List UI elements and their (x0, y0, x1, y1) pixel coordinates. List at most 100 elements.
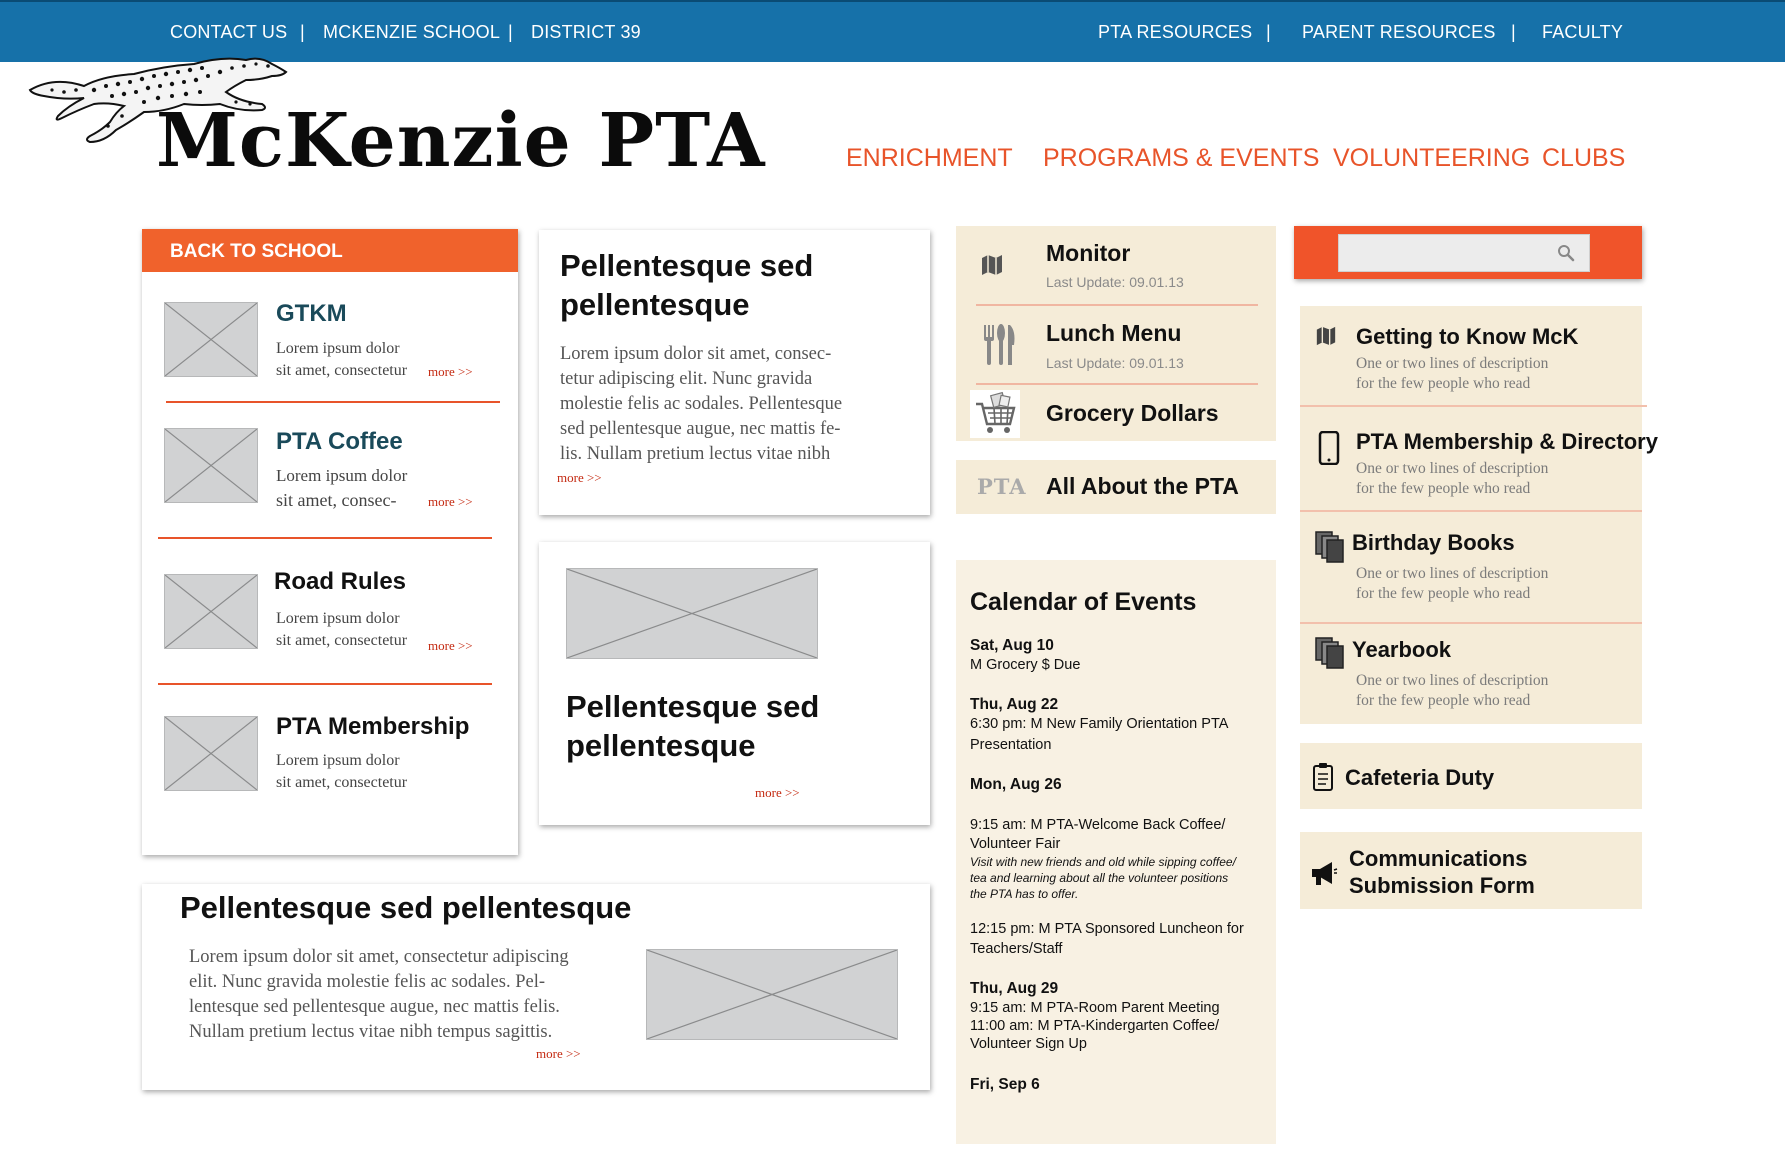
about-pta-title[interactable]: All About the PTA (1046, 473, 1239, 500)
site-title[interactable]: McKenzie PTA (156, 98, 766, 184)
image-placeholder (566, 568, 818, 659)
nav-volunteering[interactable]: VOLUNTEERING (1333, 144, 1530, 173)
map-icon (982, 255, 1002, 275)
communications-title[interactable]: Submission Form (1349, 873, 1535, 899)
list-item-title[interactable]: PTA Membership (276, 713, 469, 741)
article-body-line: lentesque sed pellentesque augue, nec ma… (189, 997, 560, 1017)
article-body-line: molestie felis ac sodales. Pellentesque (560, 394, 843, 414)
calendar-event-description: the PTA has to offer. (970, 887, 1079, 901)
back-to-school-title: BACK TO SCHOOL (170, 241, 343, 262)
resource-desc: for the few people who read (1356, 375, 1531, 392)
list-item-desc: Lorem ipsum dolor (276, 466, 408, 485)
resource-desc: One or two lines of description (1356, 565, 1549, 582)
calendar-event-description: Visit with new friends and old while sip… (970, 855, 1236, 869)
clipboard-icon (1313, 763, 1333, 791)
article-body-line: tetur adipiscing elit. Nunc gravida (560, 369, 813, 389)
last-update-text: Last Update: 09.01.13 (1046, 355, 1184, 371)
image-placeholder (164, 716, 258, 791)
parent-resources-link[interactable]: PARENT RESOURCES (1302, 22, 1496, 43)
calendar-event[interactable]: M Grocery $ Due (970, 656, 1260, 675)
faculty-link[interactable]: FACULTY (1542, 22, 1623, 43)
resource-title[interactable]: Getting to Know McK (1356, 324, 1578, 350)
shopping-cart-icon (970, 390, 1020, 438)
divider (1300, 405, 1647, 407)
divider (166, 401, 500, 403)
article-body-line: Lorem ipsum dolor sit amet, consectetur … (189, 947, 569, 967)
calendar-event[interactable]: 11:00 am: M PTA-Kindergarten Coffee/ (970, 1017, 1260, 1036)
article-body-line: Lorem ipsum dolor sit amet, consec- (560, 344, 832, 364)
separator: | (508, 22, 513, 42)
article-title[interactable]: Pellentesque sed pellentesque (180, 888, 631, 927)
resource-title[interactable]: Yearbook (1352, 637, 1451, 663)
calendar-event[interactable]: 9:15 am: M PTA-Welcome Back Coffee/ (970, 816, 1260, 835)
separator: | (300, 22, 305, 42)
calendar-event[interactable]: 6:30 pm: M New Family Orientation PTA (970, 715, 1260, 734)
calendar-date: Mon, Aug 26 (970, 776, 1062, 793)
divider (1300, 622, 1642, 624)
list-item-desc: sit amet, consectetur (276, 632, 408, 649)
list-item-desc: sit amet, consectetur (276, 774, 408, 791)
separator: | (1511, 22, 1516, 42)
search-icon[interactable] (1556, 243, 1576, 263)
article-title[interactable]: pellentesque (566, 726, 756, 765)
resource-title[interactable]: Birthday Books (1352, 530, 1515, 556)
calendar-title: Calendar of Events (970, 588, 1197, 616)
calendar-event[interactable]: 12:15 pm: M PTA Sponsored Luncheon for (970, 920, 1260, 939)
books-icon (1315, 637, 1344, 669)
article-body-line: Nullam pretium lectus vitae nibh tempus … (189, 1022, 553, 1042)
article-body-line: lis. Nullam pretium lectus vitae nibh (560, 444, 831, 464)
more-link[interactable]: more >> (428, 638, 473, 654)
divider (158, 537, 492, 539)
calendar-event[interactable]: Volunteer Fair (970, 835, 1260, 854)
resource-desc: One or two lines of description (1356, 460, 1549, 477)
quick-link-title[interactable]: Lunch Menu (1046, 320, 1181, 347)
search-input[interactable] (1338, 234, 1590, 272)
more-link[interactable]: more >> (428, 494, 473, 510)
resource-desc: for the few people who read (1356, 585, 1531, 602)
search-bar (1294, 226, 1642, 279)
list-item-desc: Lorem ipsum dolor (276, 610, 400, 627)
books-icon (1315, 531, 1344, 563)
more-link[interactable]: more >> (536, 1046, 581, 1062)
divider (976, 304, 1258, 306)
cafeteria-duty-title[interactable]: Cafeteria Duty (1345, 765, 1494, 791)
calendar-date: Sat, Aug 10 (970, 637, 1054, 654)
article-title[interactable]: pellentesque (560, 285, 750, 324)
resource-desc: One or two lines of description (1356, 355, 1549, 372)
nav-enrichment[interactable]: ENRICHMENT (846, 144, 1013, 173)
calendar-event[interactable]: 9:15 am: M PTA-Room Parent Meeting (970, 999, 1260, 1018)
image-placeholder (164, 574, 258, 649)
calendar-date: Thu, Aug 22 (970, 696, 1059, 713)
megaphone-icon (1312, 862, 1338, 885)
list-item-title[interactable]: Road Rules (274, 568, 406, 596)
article-title[interactable]: Pellentesque sed (566, 687, 819, 726)
communications-title[interactable]: Communications (1349, 846, 1527, 872)
resource-title[interactable]: PTA Membership & Directory (1356, 429, 1658, 455)
image-placeholder (164, 428, 258, 503)
article-title[interactable]: Pellentesque sed (560, 246, 813, 285)
list-item-desc: Lorem ipsum dolor (276, 340, 400, 357)
district-39-link[interactable]: DISTRICT 39 (531, 22, 641, 43)
calendar-event-description: tea and learning about all the volunteer… (970, 871, 1229, 885)
divider (976, 383, 1258, 385)
quick-link-title[interactable]: Grocery Dollars (1046, 400, 1219, 427)
list-item-title[interactable]: GTKM (276, 300, 347, 328)
resource-desc: One or two lines of description (1356, 672, 1549, 689)
more-link[interactable]: more >> (557, 470, 602, 486)
phone-icon (1318, 431, 1340, 465)
mckenzie-school-link[interactable]: MCKENZIE SCHOOL (323, 22, 500, 43)
more-link[interactable]: more >> (428, 364, 473, 380)
utensils-icon (984, 324, 1015, 365)
more-link[interactable]: more >> (755, 785, 800, 801)
calendar-event[interactable]: Teachers/Staff (970, 940, 1260, 959)
nav-programs-events[interactable]: PROGRAMS & EVENTS (1043, 144, 1319, 173)
nav-clubs[interactable]: CLUBS (1542, 144, 1625, 173)
calendar-event[interactable]: Volunteer Sign Up (970, 1035, 1260, 1054)
map-icon (1316, 326, 1336, 346)
list-item-title[interactable]: PTA Coffee (276, 428, 403, 456)
quick-link-title[interactable]: Monitor (1046, 240, 1130, 267)
list-item-desc: Lorem ipsum dolor (276, 752, 400, 769)
calendar-event[interactable]: Presentation (970, 736, 1260, 755)
pta-resources-link[interactable]: PTA RESOURCES (1098, 22, 1252, 43)
contact-us-link[interactable]: CONTACT US (170, 22, 287, 43)
